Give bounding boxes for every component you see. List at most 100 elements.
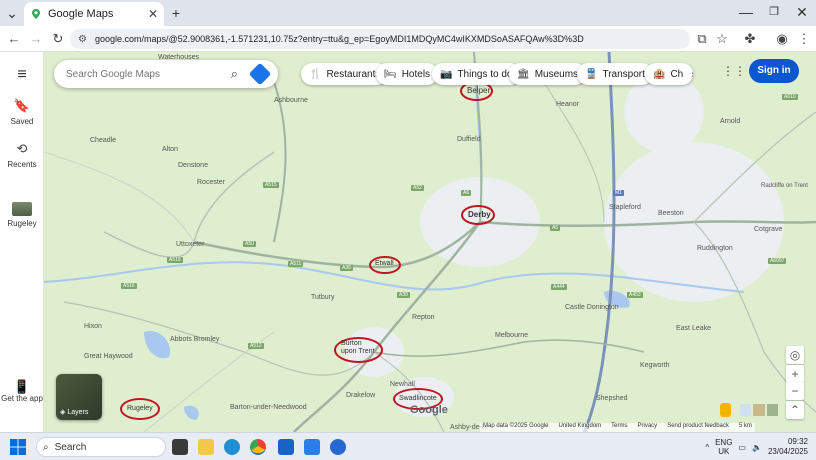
place-label-belper: Belper <box>467 86 491 95</box>
layers-button[interactable]: ◈ Layers <box>56 374 102 420</box>
expand-icon[interactable]: ⌃ <box>786 401 804 419</box>
recents-button[interactable]: ⟲ Recents <box>0 141 44 169</box>
my-location-icon[interactable]: ◎ <box>786 346 804 364</box>
road-shield: A453 <box>627 292 643 298</box>
museum-icon: 🏛 <box>517 68 530 80</box>
place-label: Great Haywood <box>84 353 133 360</box>
search-icon[interactable]: ⌕ <box>231 66 238 82</box>
camera-icon: 📷 <box>440 68 453 80</box>
road-shield: A38 <box>340 265 353 271</box>
directions-icon[interactable] <box>248 62 272 86</box>
browser-menu-icon[interactable]: ⋮ <box>794 29 814 49</box>
address-bar[interactable]: ⚙ google.com/maps/@52.9008361,-1.571231,… <box>70 29 690 49</box>
search-input[interactable] <box>66 68 225 80</box>
edge-icon[interactable] <box>224 439 240 455</box>
feedback-link[interactable]: Send product feedback <box>667 423 729 432</box>
back-icon[interactable]: ← <box>4 29 24 49</box>
place-label: Heanor <box>556 101 579 108</box>
place-label: Arnold <box>720 118 741 125</box>
chrome-icon[interactable] <box>250 439 266 455</box>
imagery-thumbnails[interactable] <box>740 404 778 416</box>
extensions-icon[interactable]: ✤ <box>740 29 760 49</box>
tab-search-chevron-icon[interactable]: ⌄ <box>0 1 24 25</box>
tray-chevron-icon[interactable]: ^ <box>705 443 709 452</box>
tab-google-maps[interactable]: Google Maps ✕ <box>24 2 164 26</box>
chip-label: Ch <box>670 68 684 80</box>
chip-museums[interactable]: 🏛 Museums <box>509 63 587 85</box>
scale-label[interactable]: 5 km <box>739 423 752 432</box>
place-thumbnail-icon <box>12 202 32 216</box>
url-text: google.com/maps/@52.9008361,-1.571231,10… <box>94 34 584 44</box>
network-icon[interactable]: ▭ <box>738 443 746 452</box>
recent-place-rugeley[interactable]: Rugeley <box>0 202 44 228</box>
terrain-thumb-icon[interactable] <box>740 404 752 416</box>
windows-start-icon[interactable] <box>10 439 26 455</box>
chip-transport[interactable]: 🚆 Transport <box>577 63 653 85</box>
chip-more[interactable]: 🏨Ch› <box>645 63 693 85</box>
recent-place-label: Rugeley <box>7 219 37 228</box>
task-view-icon[interactable] <box>172 439 188 455</box>
satellite-thumb-icon[interactable] <box>753 404 765 416</box>
place-label: Ashbourne <box>274 97 308 104</box>
place-label: Denstone <box>178 162 208 169</box>
chip-things-to-do[interactable]: 📷 Things to do <box>432 63 521 85</box>
zoom-out-button[interactable]: − <box>786 382 804 400</box>
country-text[interactable]: United Kingdom <box>558 423 601 432</box>
tab-close-icon[interactable]: ✕ <box>148 7 158 21</box>
forward-icon[interactable]: → <box>26 29 46 49</box>
install-app-icon[interactable]: ⧉ <box>692 29 712 49</box>
site-info-icon[interactable]: ⚙ <box>78 34 87 45</box>
place-label: Uttoxeter <box>176 241 205 248</box>
zoom-in-button[interactable]: + <box>786 365 804 383</box>
road-shield: A50 <box>243 241 256 247</box>
place-label: Cotgrave <box>754 226 783 233</box>
maps-side-rail: ≡ 🔖 Saved ⟲ Recents Rugeley 📱 Get the ap… <box>0 52 44 432</box>
place-label: Barton-under-Needwood <box>230 404 307 411</box>
clock[interactable]: 09:32 23/04/2025 <box>768 437 808 457</box>
app-icon[interactable] <box>330 439 346 455</box>
language-indicator[interactable]: ENG UK <box>715 438 732 456</box>
get-the-app-button[interactable]: 📱 Get the app <box>0 379 44 403</box>
calculator-icon[interactable] <box>304 439 320 455</box>
road-shield: A518 <box>167 257 183 263</box>
bookmark-star-icon[interactable]: ☆ <box>712 29 732 49</box>
map-attribution: Map data ©2025 Google United Kingdom Ter… <box>480 423 755 432</box>
place-label: Abbots Bromley <box>170 336 220 343</box>
profile-icon[interactable]: ◉ <box>772 29 792 49</box>
date-text: 23/04/2025 <box>767 447 808 456</box>
place-label: Shepshed <box>596 395 628 402</box>
system-tray: ^ ENG UK ▭ 🔈 09:32 23/04/2025 <box>705 437 808 457</box>
place-label-etwall: Etwall <box>375 260 394 267</box>
road-shield: A516 <box>121 283 137 289</box>
place-label-swadlincote: Swadlincote <box>399 395 437 402</box>
window-maximize-button[interactable]: ❐ <box>762 0 786 24</box>
road-shield: M1 <box>613 190 624 196</box>
file-explorer-icon[interactable] <box>198 439 214 455</box>
globe-thumb-icon[interactable] <box>766 404 778 416</box>
volume-icon[interactable]: 🔈 <box>752 443 762 452</box>
window-close-button[interactable]: ✕ <box>790 0 814 24</box>
pegman-icon[interactable] <box>720 403 731 417</box>
chip-hotels[interactable]: 🛏 Hotels <box>376 63 439 85</box>
road-shield: A38 <box>397 292 410 298</box>
chip-label: Restaurants <box>326 68 381 80</box>
place-label: Castle Donington <box>565 304 619 311</box>
road-shield: A6 <box>461 190 472 196</box>
saved-button[interactable]: 🔖 Saved <box>0 98 44 126</box>
window-minimize-button[interactable]: — <box>734 0 758 24</box>
privacy-link[interactable]: Privacy <box>638 423 658 432</box>
tab-strip: ⌄ Google Maps ✕ + — ❐ ✕ <box>0 0 816 26</box>
taskbar-search[interactable]: ⌕ Search <box>36 437 166 457</box>
place-label: Duffield <box>457 136 481 143</box>
windows-taskbar: ⌕ Search ^ ENG UK ▭ 🔈 09:32 23/04/2025 <box>0 432 816 460</box>
defender-icon[interactable] <box>278 439 294 455</box>
place-label: East Leake <box>676 325 712 332</box>
map-canvas[interactable] <box>44 52 816 432</box>
terms-link[interactable]: Terms <box>611 423 627 432</box>
chip-label: Museums <box>534 68 579 80</box>
sign-in-button[interactable]: Sign in <box>749 59 799 83</box>
menu-icon[interactable]: ≡ <box>0 66 44 84</box>
new-tab-button[interactable]: + <box>164 1 188 25</box>
phone-icon: 📱 <box>13 379 31 394</box>
reload-icon[interactable]: ↻ <box>48 29 68 49</box>
